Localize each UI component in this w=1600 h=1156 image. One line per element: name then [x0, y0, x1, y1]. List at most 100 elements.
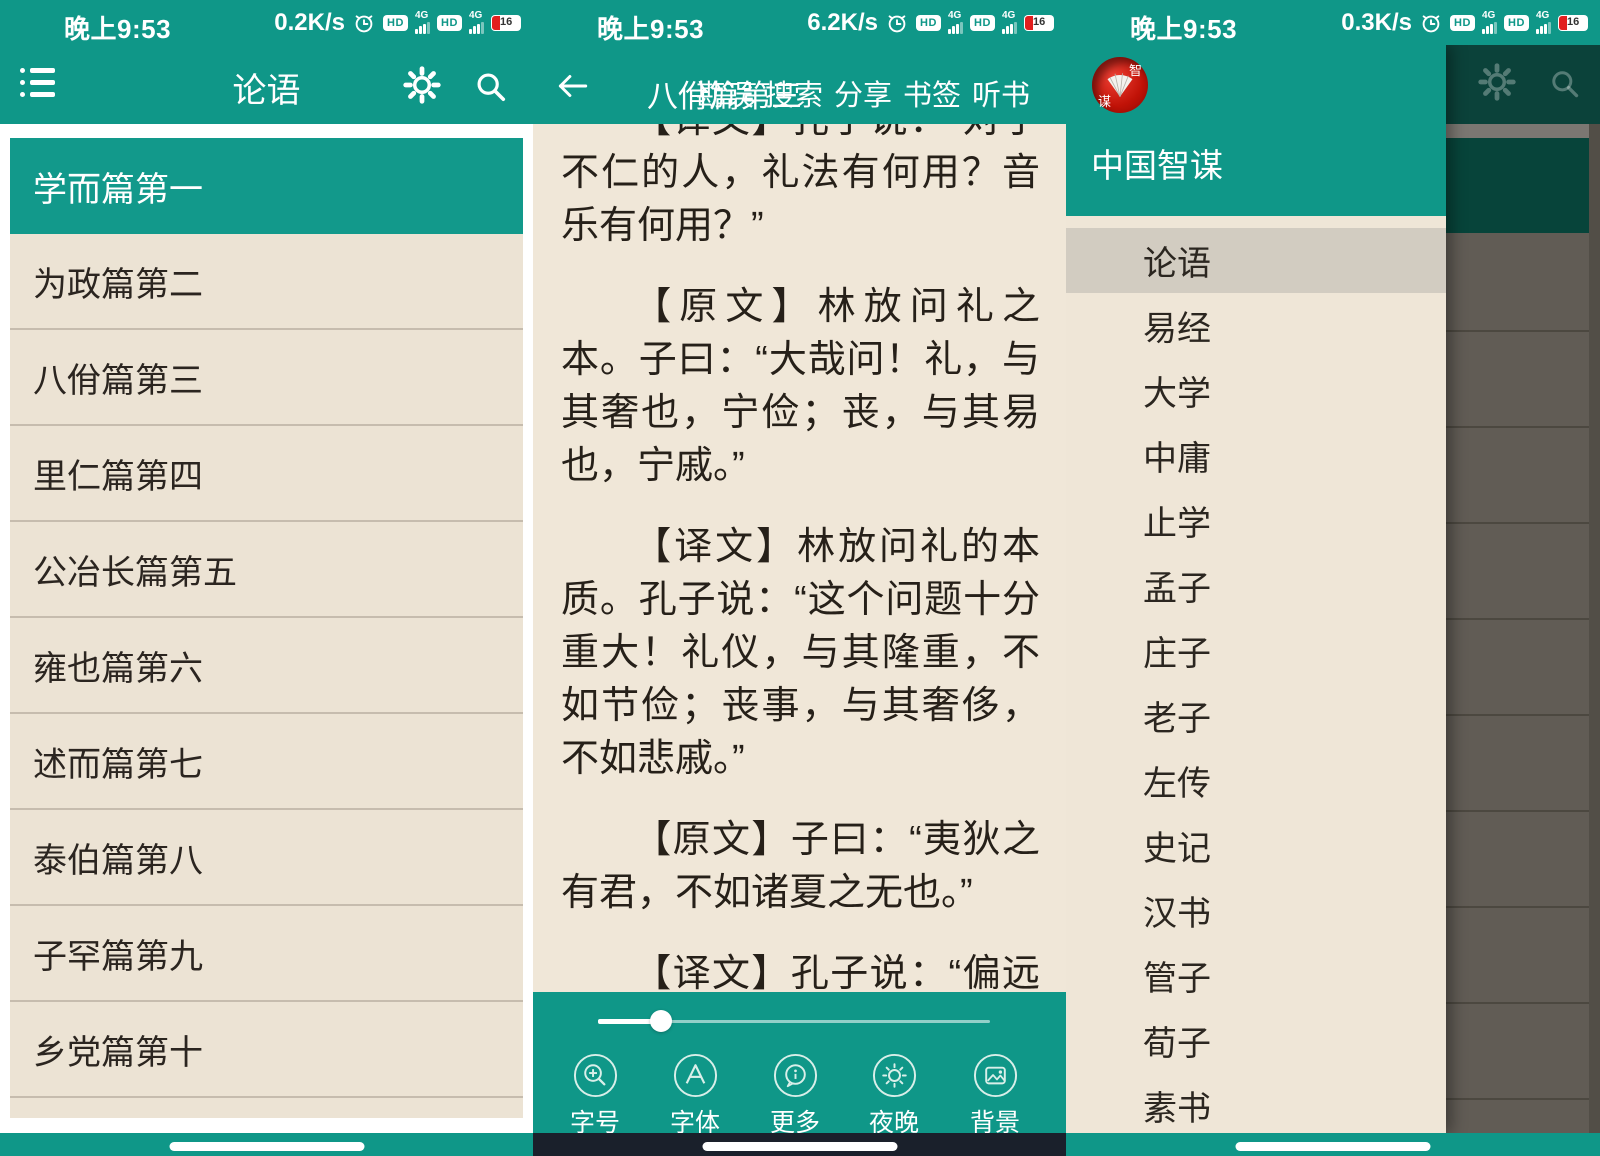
- toolbar-font-size-button[interactable]: 字号: [553, 1052, 637, 1139]
- network-speed: 0.3K/s: [1341, 9, 1412, 37]
- reader-actions: 勘误 搜索 分享 书签 听书: [696, 72, 1030, 114]
- toolbar-font-button[interactable]: 字体: [653, 1052, 737, 1139]
- gesture-pill[interactable]: [169, 1142, 364, 1151]
- dimmed-list-rows: [1446, 233, 1589, 1133]
- book-item[interactable]: 管子: [1066, 943, 1446, 1008]
- status-time: 晚上9:53: [64, 9, 171, 46]
- paragraph: 【原文】林放问礼之本。子曰：“大哉问！礼，与其奢也，宁俭；丧，与其易也，宁戚。”: [561, 281, 1040, 493]
- battery-icon: 16: [491, 15, 521, 31]
- book-item-selected[interactable]: 论语: [1066, 228, 1446, 293]
- paragraph: 【译文】林放问礼的本质。孔子说：“这个问题十分重大！礼仪，与其隆重，不如节俭；丧…: [561, 521, 1040, 786]
- three-screen-composite: 晚上9:53 0.2K/s HD 4G HD 4G 16 论语 学: [0, 0, 1600, 1156]
- gesture-nav-bar: [0, 1133, 533, 1156]
- chapter-row[interactable]: 子罕篇第九: [10, 906, 523, 1002]
- alarm-icon: [885, 11, 909, 35]
- hd-badge: HD: [1450, 15, 1475, 31]
- action-search[interactable]: 搜索: [765, 72, 823, 114]
- gesture-nav-bar: [1066, 1133, 1600, 1156]
- dimmed-selected-row: [1446, 138, 1589, 233]
- gesture-nav-bar: [533, 1133, 1066, 1156]
- search-icon[interactable]: [474, 70, 507, 103]
- status-bar: 晚上9:53 0.3K/s HD 4G HD 4G 16: [1066, 0, 1600, 45]
- chapter-row-selected[interactable]: 学而篇第一: [10, 138, 523, 234]
- status-icons: 0.3K/s HD 4G HD 4G 16: [1341, 0, 1588, 45]
- book-item[interactable]: 易经: [1066, 293, 1446, 358]
- book-item[interactable]: 素书: [1066, 1073, 1446, 1138]
- reader-app-bar: 八佾篇第三 勘误 搜索 分享 书签 听书: [533, 45, 1066, 124]
- book-item[interactable]: 大学: [1066, 358, 1446, 423]
- chapter-row[interactable]: 八佾篇第三: [10, 330, 523, 426]
- dimmed-right-margin: [1589, 124, 1600, 1133]
- battery-percent: 16: [1567, 16, 1579, 28]
- network-speed: 6.2K/s: [807, 9, 878, 37]
- zoom-in-icon: [572, 1052, 619, 1099]
- battery-icon: 16: [1558, 15, 1588, 31]
- toolbar-night-button[interactable]: 夜晚: [852, 1052, 936, 1139]
- book-item[interactable]: 止学: [1066, 488, 1446, 553]
- book-list: 论语 易经 大学 中庸 止学 孟子 庄子 老子 左传 史记 汉书 管子 荀子 素…: [1066, 228, 1446, 1138]
- paragraph: 【译文】孔子说：“对于不仁的人，礼法有何用？音乐有何用？”: [561, 124, 1040, 253]
- hd-badge: HD: [383, 15, 408, 31]
- signal-4g-icon: 4G: [1536, 11, 1551, 34]
- dimmed-app-bar: [1446, 45, 1600, 124]
- toolbar-background-button[interactable]: 背景: [953, 1052, 1037, 1139]
- hd-badge: HD: [916, 15, 941, 31]
- hd-badge: HD: [1504, 15, 1529, 31]
- chapter-row[interactable]: 里仁篇第四: [10, 426, 523, 522]
- action-share[interactable]: 分享: [834, 72, 892, 114]
- book-item[interactable]: 左传: [1066, 748, 1446, 813]
- chapter-row[interactable]: 为政篇第二: [10, 234, 523, 330]
- status-bar: 晚上9:53 0.2K/s HD 4G HD 4G 16: [0, 0, 533, 45]
- alarm-icon: [352, 11, 376, 35]
- chapter-row[interactable]: 泰伯篇第八: [10, 810, 523, 906]
- network-speed: 0.2K/s: [274, 9, 345, 37]
- book-item[interactable]: 汉书: [1066, 878, 1446, 943]
- book-item[interactable]: 孟子: [1066, 553, 1446, 618]
- back-icon[interactable]: [553, 69, 591, 103]
- paragraph: 【译文】孔子说：“偏远小国有君主，不如中原各国没君主。”: [561, 948, 1040, 992]
- status-time: 晚上9:53: [1130, 9, 1237, 46]
- signal-4g-icon: 4G: [469, 11, 484, 34]
- gear-icon[interactable]: [403, 66, 441, 104]
- reader-toolbar: 字号 字体 更多 夜晚 背景: [533, 992, 1066, 1133]
- book-item[interactable]: 史记: [1066, 813, 1446, 878]
- paragraph: 【原文】子曰：“夷狄之有君，不如诸夏之无也。”: [561, 814, 1040, 920]
- book-item[interactable]: 荀子: [1066, 1008, 1446, 1073]
- battery-percent: 16: [1033, 16, 1045, 28]
- toolbar-more-button[interactable]: 更多: [753, 1052, 837, 1139]
- action-listen[interactable]: 听书: [972, 72, 1030, 114]
- book-item[interactable]: 老子: [1066, 683, 1446, 748]
- gesture-pill[interactable]: [1236, 1142, 1431, 1151]
- book-item[interactable]: 中庸: [1066, 423, 1446, 488]
- progress-slider-thumb[interactable]: [650, 1010, 672, 1032]
- more-info-icon: [772, 1052, 819, 1099]
- night-sun-icon: [871, 1052, 918, 1099]
- hd-badge: HD: [970, 15, 995, 31]
- book-item[interactable]: 庄子: [1066, 618, 1446, 683]
- action-bookmark[interactable]: 书签: [903, 72, 961, 114]
- status-bar: 晚上9:53 6.2K/s HD 4G HD 4G 16: [533, 0, 1066, 45]
- gear-icon: [1478, 63, 1516, 101]
- reading-text: 【译文】孔子说：“对于不仁的人，礼法有何用？音乐有何用？” 【原文】林放问礼之本…: [561, 124, 1040, 992]
- gesture-pill[interactable]: [702, 1142, 897, 1151]
- reading-area[interactable]: 【译文】孔子说：“对于不仁的人，礼法有何用？音乐有何用？” 【原文】林放问礼之本…: [533, 124, 1066, 992]
- chapter-row-partial[interactable]: [10, 1098, 523, 1118]
- background-image-icon: [972, 1052, 1019, 1099]
- status-icons: 0.2K/s HD 4G HD 4G 16: [274, 0, 521, 45]
- dimmed-list-gap: [1446, 124, 1600, 138]
- panel-book-drawer: 智 谋 中国智谋 论语 易经 大学 中庸 止学 孟子 庄子 老子 左传 史记 汉…: [1066, 0, 1600, 1156]
- status-icons: 6.2K/s HD 4G HD 4G 16: [807, 0, 1054, 45]
- drawer-header: 智 谋 中国智谋: [1066, 45, 1446, 216]
- signal-4g-icon: 4G: [1002, 11, 1017, 34]
- action-errata[interactable]: 勘误: [696, 72, 754, 114]
- chapter-row[interactable]: 公冶长篇第五: [10, 522, 523, 618]
- chapter-row[interactable]: 乡党篇第十: [10, 1002, 523, 1098]
- font-icon: [672, 1052, 719, 1099]
- app-bar: 论语: [0, 45, 533, 124]
- chapter-row[interactable]: 雍也篇第六: [10, 618, 523, 714]
- chapter-row[interactable]: 述而篇第七: [10, 714, 523, 810]
- chapter-list: 学而篇第一 为政篇第二 八佾篇第三 里仁篇第四 公冶长篇第五 雍也篇第六 述而篇…: [10, 138, 523, 1118]
- signal-4g-icon: 4G: [948, 11, 963, 34]
- app-name: 中国智谋: [1091, 139, 1223, 187]
- status-time: 晚上9:53: [597, 9, 704, 46]
